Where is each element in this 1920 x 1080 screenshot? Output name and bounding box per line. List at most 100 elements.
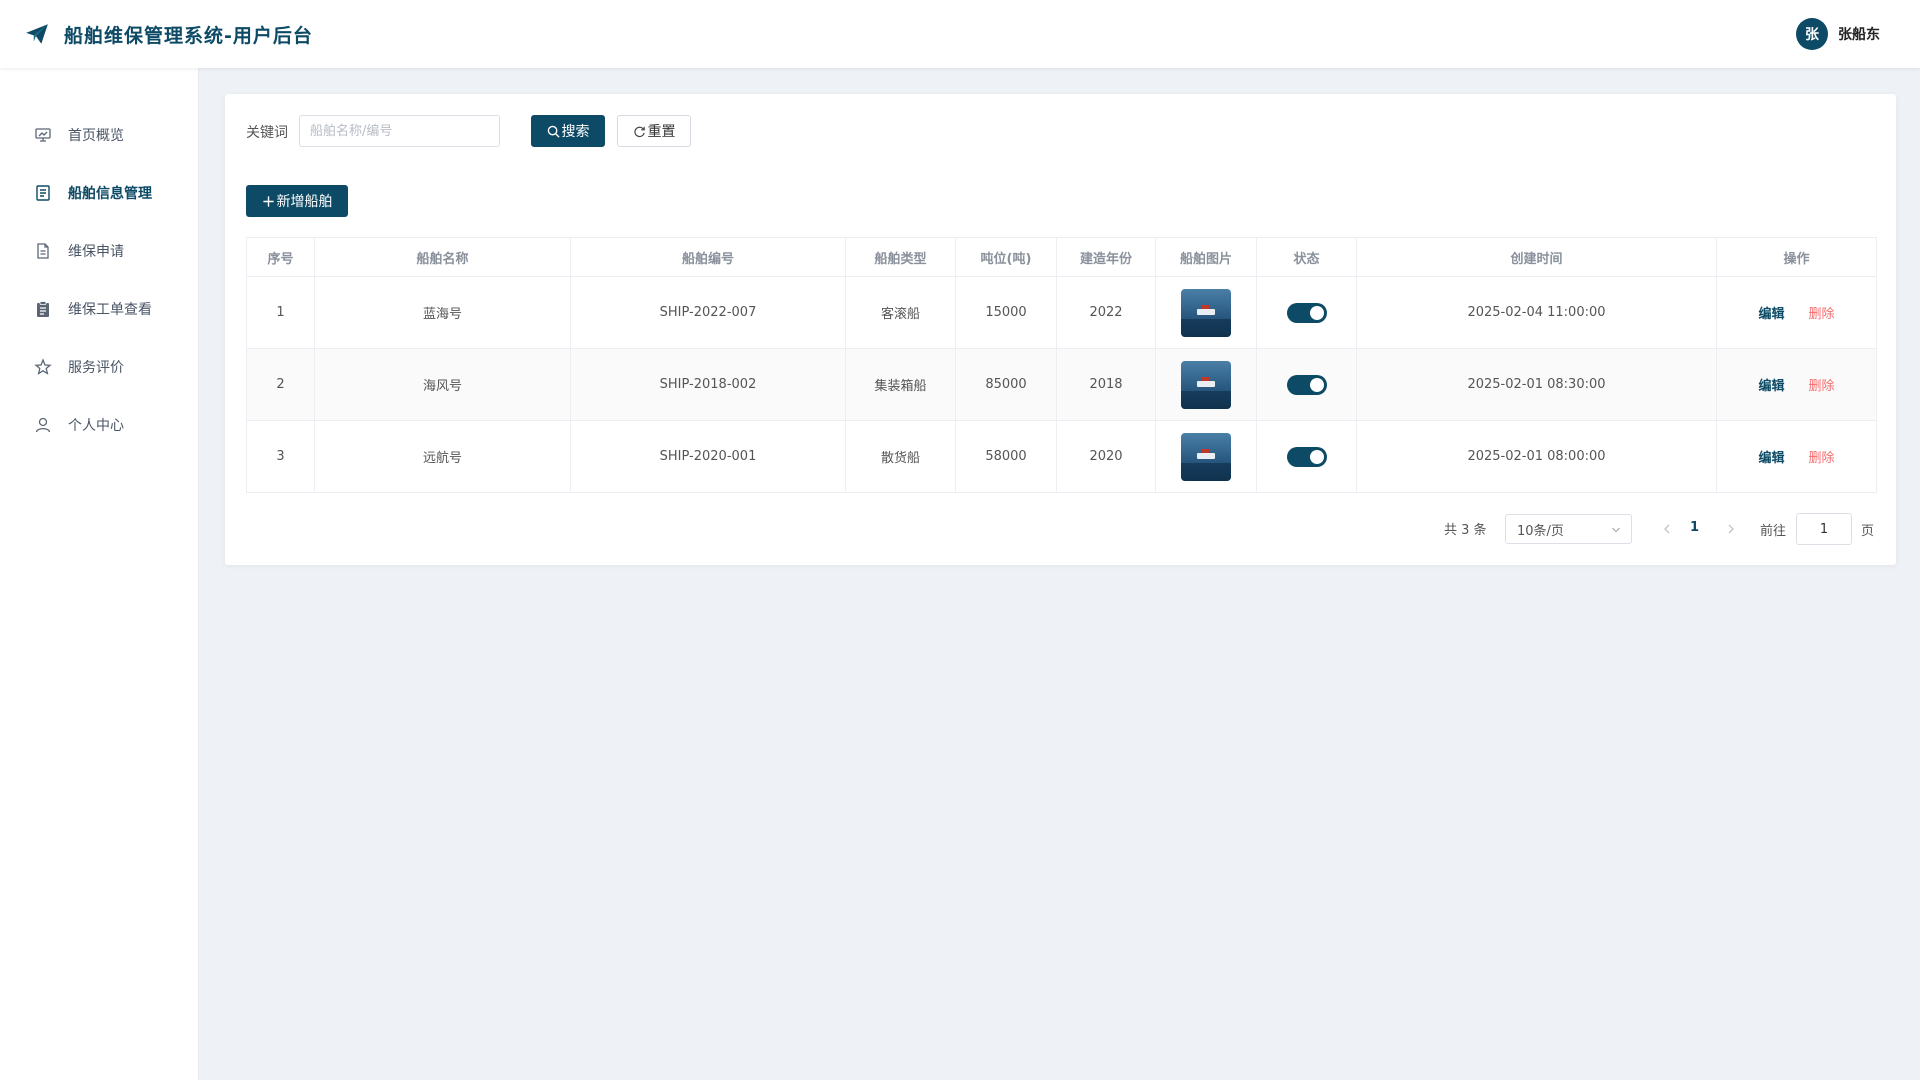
search-button[interactable]: 搜索 [531, 115, 605, 147]
sidebar-item-label: 首页概览 [68, 128, 124, 144]
sidebar-item-label: 船舶信息管理 [68, 186, 152, 202]
goto-label: 前往 [1760, 524, 1787, 539]
cell-ship-image [1155, 348, 1257, 421]
page-size-value: 10条/页 [1517, 523, 1564, 539]
delete-link[interactable]: 删除 [1809, 447, 1835, 466]
sidebar-item-label: 维保申请 [68, 244, 124, 260]
sidebar-item-ship-info[interactable]: 船舶信息管理 [0, 173, 199, 213]
sidebar-item-label: 维保工单查看 [68, 302, 152, 318]
cell-tonnage: 58000 [955, 420, 1057, 493]
cell-build-year: 2022 [1056, 276, 1156, 349]
delete-link[interactable]: 删除 [1809, 303, 1835, 322]
cell-ship-type: 客滚船 [845, 276, 956, 349]
plus-icon [262, 195, 274, 207]
ship-thumbnail[interactable] [1181, 360, 1231, 409]
reset-button-label: 重置 [647, 124, 676, 140]
column-header: 建造年份 [1056, 237, 1156, 277]
delete-link[interactable]: 删除 [1809, 375, 1835, 394]
sidebar-item-overview[interactable]: 首页概览 [0, 115, 199, 155]
cell-index: 2 [246, 348, 315, 421]
ship-table: 序号 船舶名称 船舶编号 船舶类型 吨位(吨) 建造年份 船舶图片 状态 创建时… [246, 237, 1877, 493]
sidebar-item-service-review[interactable]: 服务评价 [0, 347, 199, 387]
cell-ship-code: SHIP-2018-002 [570, 348, 846, 421]
pagination-total: 共 3 条 [1444, 522, 1487, 538]
cell-ship-code: SHIP-2022-007 [570, 276, 846, 349]
status-toggle[interactable] [1286, 446, 1327, 467]
presentation-icon [35, 128, 51, 142]
column-header: 吨位(吨) [955, 237, 1057, 277]
column-header: 船舶名称 [314, 237, 571, 277]
next-page-icon[interactable] [1725, 522, 1737, 536]
cell-ship-name: 蓝海号 [314, 276, 571, 349]
column-header: 状态 [1256, 237, 1357, 277]
cell-ship-name: 远航号 [314, 420, 571, 493]
cell-status [1256, 276, 1357, 349]
cell-build-year: 2020 [1056, 420, 1156, 493]
paper-plane-icon [26, 24, 48, 44]
chevron-down-icon [1612, 527, 1620, 533]
clipboard-icon [37, 301, 49, 317]
table-header-row: 序号 船舶名称 船舶编号 船舶类型 吨位(吨) 建造年份 船舶图片 状态 创建时… [246, 237, 1877, 277]
cell-tonnage: 85000 [955, 348, 1057, 421]
cell-status [1256, 348, 1357, 421]
avatar[interactable]: 张 [1796, 18, 1828, 50]
sidebar-item-label: 服务评价 [68, 360, 124, 376]
status-toggle[interactable] [1286, 374, 1327, 395]
cell-created-time: 2025-02-01 08:30:00 [1356, 348, 1717, 421]
table-row: 2 海风号 SHIP-2018-002 集装箱船 85000 2018 2025… [246, 348, 1877, 421]
page-number-current[interactable]: 1 [1690, 520, 1699, 535]
cell-build-year: 2018 [1056, 348, 1156, 421]
sidebar-item-profile[interactable]: 个人中心 [0, 405, 199, 445]
page-size-select[interactable]: 10条/页 [1505, 514, 1632, 544]
column-header: 创建时间 [1356, 237, 1717, 277]
sidebar-item-work-orders[interactable]: 维保工单查看 [0, 289, 199, 329]
goto-page-input[interactable] [1796, 513, 1852, 545]
keyword-label: 关键词 [246, 125, 288, 141]
cell-actions: 编辑 删除 [1716, 276, 1877, 349]
column-header: 船舶类型 [845, 237, 956, 277]
sidebar-item-label: 个人中心 [68, 418, 124, 434]
user-icon [35, 417, 51, 433]
cell-ship-type: 集装箱船 [845, 348, 956, 421]
search-input[interactable] [299, 115, 500, 147]
status-toggle[interactable] [1286, 302, 1327, 323]
ship-list-card: 关键词 搜索 重置 新增船舶 序号 船舶名称 船舶编号 船舶类型 吨位(吨) 建… [225, 94, 1896, 565]
username[interactable]: 张船东 [1838, 24, 1880, 44]
table-row: 1 蓝海号 SHIP-2022-007 客滚船 15000 2022 2025-… [246, 276, 1877, 349]
sidebar-item-maintenance-apply[interactable]: 维保申请 [0, 231, 199, 271]
table-row: 3 远航号 SHIP-2020-001 散货船 58000 2020 2025-… [246, 420, 1877, 493]
app-title: 船舶维保管理系统-用户后台 [64, 25, 313, 47]
edit-link[interactable]: 编辑 [1758, 303, 1784, 322]
ship-thumbnail[interactable] [1181, 432, 1231, 481]
star-icon [34, 358, 52, 375]
refresh-icon [633, 126, 645, 137]
cell-actions: 编辑 删除 [1716, 420, 1877, 493]
column-header: 船舶图片 [1155, 237, 1257, 277]
cell-ship-image [1155, 420, 1257, 493]
cell-index: 1 [246, 276, 315, 349]
edit-link[interactable]: 编辑 [1758, 375, 1784, 394]
page-suffix-label: 页 [1861, 524, 1875, 539]
ship-thumbnail[interactable] [1181, 288, 1231, 337]
sidebar: 首页概览 船舶信息管理 维保申请 维保工单查看 服务评价 个人中心 [0, 68, 199, 1080]
column-header: 操作 [1716, 237, 1877, 277]
cell-actions: 编辑 删除 [1716, 348, 1877, 421]
cell-created-time: 2025-02-04 11:00:00 [1356, 276, 1717, 349]
file-icon [37, 243, 49, 259]
add-ship-button-label: 新增船舶 [276, 194, 333, 210]
cell-tonnage: 15000 [955, 276, 1057, 349]
cell-status [1256, 420, 1357, 493]
user-menu[interactable]: 张 张船东 [1796, 18, 1880, 50]
edit-link[interactable]: 编辑 [1758, 447, 1784, 466]
prev-page-icon[interactable] [1661, 522, 1673, 536]
cell-ship-image [1155, 276, 1257, 349]
search-icon [547, 125, 560, 138]
add-ship-button[interactable]: 新增船舶 [246, 185, 348, 217]
cell-ship-name: 海风号 [314, 348, 571, 421]
document-icon [36, 185, 50, 201]
cell-index: 3 [246, 420, 315, 493]
column-header: 船舶编号 [570, 237, 846, 277]
reset-button[interactable]: 重置 [617, 115, 691, 147]
top-header: 船舶维保管理系统-用户后台 张 张船东 [0, 0, 1920, 68]
column-header: 序号 [246, 237, 315, 277]
